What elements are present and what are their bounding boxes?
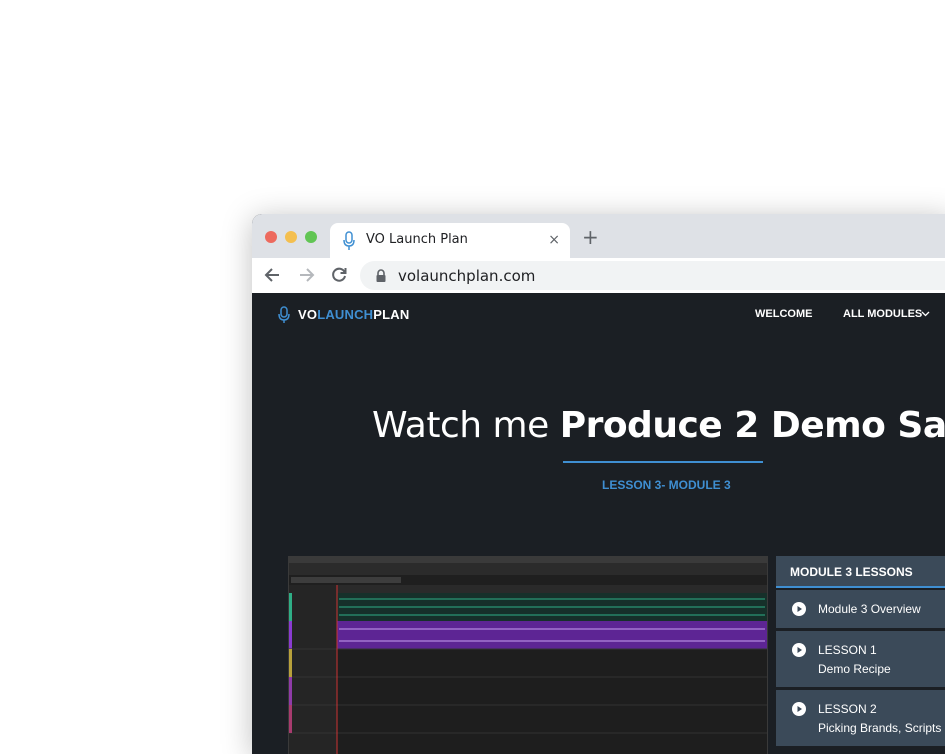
page-title: Watch me Produce 2 Demo Samples (372, 405, 945, 446)
site-page: VOLAUNCHPLAN WELCOME ALL MODULES Watch m… (252, 293, 945, 754)
new-tab-button[interactable]: + (582, 227, 599, 247)
lesson-title: Picking Brands, Scripts & (818, 721, 945, 735)
lessons-sidebar: MODULE 3 LESSONS Module 3 Overview LESSO… (776, 556, 945, 754)
sidebar-heading-text: MODULE 3 LESSONS (790, 565, 913, 579)
lesson-number: LESSON 2 (818, 702, 877, 716)
browser-tab[interactable]: VO Launch Plan × (330, 223, 570, 258)
title-light: Watch me (372, 405, 560, 446)
lesson-number: LESSON 1 (818, 643, 877, 657)
lesson-item-overview[interactable]: Module 3 Overview (776, 590, 945, 628)
nav-all-modules[interactable]: ALL MODULES (843, 308, 922, 320)
logo-part-plan: PLAN (373, 307, 410, 322)
lesson-title: Module 3 Overview (818, 602, 921, 616)
tab-close-icon[interactable]: × (548, 232, 560, 248)
minimize-window-button[interactable] (285, 231, 297, 243)
lesson-subtitle: LESSON 3- MODULE 3 (602, 478, 731, 492)
lesson-item-1[interactable]: LESSON 1 Demo Recipe (776, 631, 945, 687)
logo-part-launch: LAUNCH (317, 307, 374, 322)
title-bold: Produce 2 Demo Samples (559, 405, 945, 446)
close-window-button[interactable] (265, 231, 277, 243)
arrow-right-icon[interactable] (295, 264, 317, 286)
microphone-icon (278, 306, 290, 323)
browser-toolbar: volaunchplan.com (252, 258, 945, 294)
play-circle-icon (792, 702, 806, 716)
play-circle-icon (792, 643, 806, 657)
audio-editor-screenshot (289, 557, 767, 754)
arrow-left-icon[interactable] (262, 264, 284, 286)
lesson-item-2[interactable]: LESSON 2 Picking Brands, Scripts & (776, 690, 945, 746)
lock-icon (376, 269, 386, 282)
microphone-icon (343, 231, 355, 250)
reload-icon[interactable] (328, 264, 350, 286)
video-player[interactable] (288, 556, 768, 754)
title-divider (563, 461, 763, 463)
logo-part-vo: VO (298, 307, 318, 322)
nav-welcome[interactable]: WELCOME (755, 308, 812, 320)
sidebar-heading: MODULE 3 LESSONS (776, 556, 945, 588)
tab-title: VO Launch Plan (366, 232, 468, 247)
site-logo[interactable]: VOLAUNCHPLAN (298, 307, 409, 322)
tab-bar: VO Launch Plan × + (252, 214, 945, 258)
play-circle-icon (792, 602, 806, 616)
url-text: volaunchplan.com (398, 267, 536, 285)
chevron-down-icon[interactable] (921, 311, 930, 317)
address-bar[interactable]: volaunchplan.com (360, 261, 945, 290)
lesson-title: Demo Recipe (818, 662, 891, 676)
zoom-window-button[interactable] (305, 231, 317, 243)
browser-window: VO Launch Plan × + volaunchplan.com VOLA… (252, 214, 945, 754)
